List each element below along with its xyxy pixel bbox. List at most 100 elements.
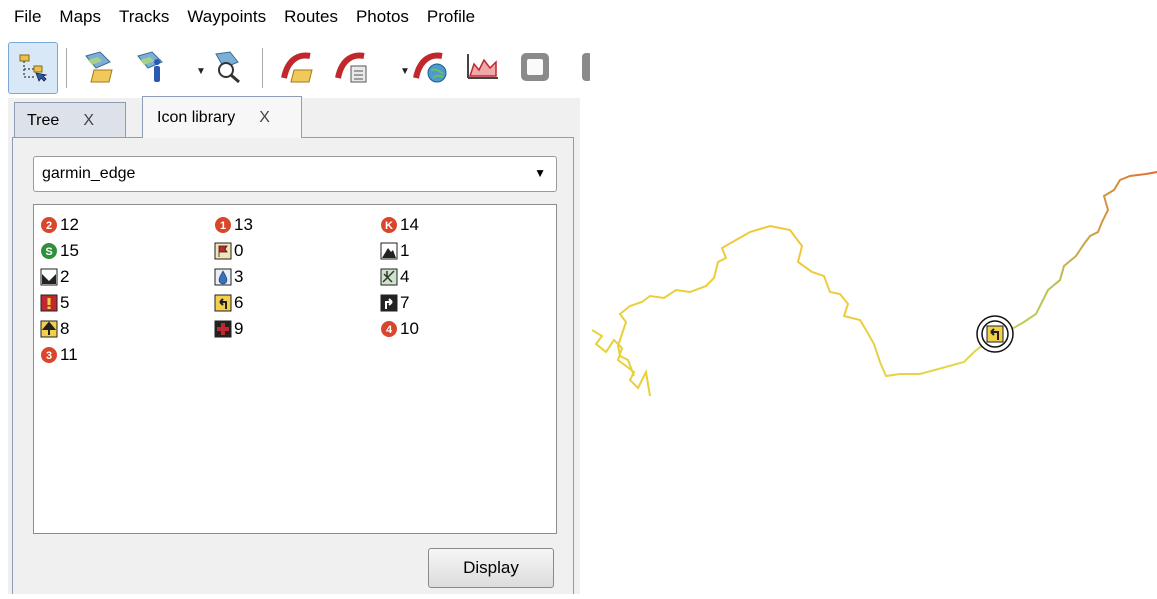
tab-tree-label: Tree	[27, 111, 60, 129]
valley-icon	[40, 268, 58, 286]
svg-text:3: 3	[46, 350, 52, 362]
overflow-button[interactable]	[566, 42, 590, 92]
icon-label: 10	[400, 319, 419, 338]
menu-tracks[interactable]: Tracks	[109, 7, 177, 27]
tab-tree[interactable]: Tree X	[14, 102, 126, 138]
list-item[interactable]: 9	[214, 317, 243, 341]
track-properties-button[interactable]	[330, 42, 376, 92]
toolbar: ▼ ▼	[0, 36, 590, 98]
icon-set-value: garmin_edge	[42, 165, 136, 182]
elevation-profile-button[interactable]	[460, 42, 506, 92]
menu-routes[interactable]: Routes	[274, 7, 346, 27]
straight-arrow-icon	[40, 320, 58, 338]
tree-select-icon	[19, 54, 48, 82]
tab-icon-library-label: Icon library	[157, 108, 236, 126]
list-item[interactable]: 3	[214, 265, 243, 289]
list-item[interactable]: 2 12	[40, 213, 79, 237]
menu-bar: File Maps Tracks Waypoints Routes Photos…	[0, 0, 590, 34]
tree-select-tool-button[interactable]	[8, 42, 58, 94]
list-item[interactable]: 5	[40, 291, 69, 315]
list-item[interactable]: K 14	[380, 213, 419, 237]
list-item[interactable]: 6	[214, 291, 243, 315]
svg-text:4: 4	[386, 324, 393, 336]
circle-number-icon: 4	[380, 320, 398, 338]
icon-label: 15	[60, 241, 79, 260]
list-item[interactable]: 7	[380, 291, 409, 315]
warning-icon	[40, 294, 58, 312]
list-item[interactable]: 0	[214, 239, 243, 263]
svg-text:1: 1	[220, 220, 226, 232]
icon-label: 2	[60, 267, 70, 286]
list-item[interactable]: 1 13	[214, 213, 253, 237]
window-button[interactable]	[512, 42, 558, 92]
icon-label: 5	[60, 293, 70, 312]
gps-track-line	[591, 171, 1157, 397]
display-button[interactable]: Display	[428, 548, 554, 588]
icon-label: 4	[400, 267, 410, 286]
toolbar-separator	[262, 48, 263, 88]
icon-label: 14	[400, 215, 419, 234]
elevation-chart-icon	[467, 54, 498, 79]
square-button-icon	[521, 53, 549, 81]
circle-number-icon: 2	[40, 216, 58, 234]
map-search-icon	[215, 51, 240, 84]
icon-label: 9	[234, 319, 244, 338]
icon-set-select[interactable]: garmin_edge ▼	[33, 156, 557, 192]
food-icon	[380, 268, 398, 286]
list-item[interactable]: 1	[380, 239, 409, 263]
tab-icon-library-close-button[interactable]: X	[259, 109, 270, 127]
list-item[interactable]: 4 10	[380, 317, 419, 341]
svg-text:K: K	[385, 220, 393, 232]
icon-list[interactable]: 2 12 1 13 K 14 S 15 0 1 2 3 4 5 6 7 8 9 …	[33, 204, 557, 534]
icon-label: 8	[60, 319, 70, 338]
icon-label: 6	[234, 293, 244, 312]
flag-icon	[214, 242, 232, 260]
list-item[interactable]: S 15	[40, 239, 79, 263]
dropdown-arrow-icon[interactable]: ▼	[400, 66, 410, 77]
menu-maps[interactable]: Maps	[49, 7, 109, 27]
icon-label: 11	[60, 345, 78, 364]
svg-text:S: S	[45, 246, 52, 258]
list-item[interactable]: 8	[40, 317, 69, 341]
menu-profile[interactable]: Profile	[417, 7, 483, 27]
right-turn-icon	[380, 294, 398, 312]
map-search-button[interactable]	[204, 42, 250, 92]
mountain-icon	[380, 242, 398, 260]
list-item[interactable]: 3 11	[40, 343, 78, 367]
track-folder-icon	[281, 52, 313, 83]
left-turn-icon	[214, 294, 232, 312]
first-aid-icon	[214, 320, 232, 338]
menu-file[interactable]: File	[0, 7, 49, 27]
icon-label: 1	[400, 241, 410, 260]
list-item[interactable]: 2	[40, 265, 69, 289]
tab-icon-library[interactable]: Icon library X	[142, 96, 302, 138]
track-map-button[interactable]	[408, 42, 454, 92]
water-drop-icon	[214, 268, 232, 286]
map-folder-icon	[85, 51, 113, 83]
map-info-icon	[137, 51, 163, 82]
icon-label: 13	[234, 215, 253, 234]
list-item[interactable]: 4	[380, 265, 409, 289]
circle-s-icon: S	[40, 242, 58, 260]
map-view[interactable]	[590, 0, 1157, 594]
track-map-canvas	[591, 171, 1157, 397]
open-track-button[interactable]	[276, 42, 322, 92]
chevron-down-icon: ▼	[534, 166, 546, 180]
icon-label: 0	[234, 241, 244, 260]
toolbar-separator	[66, 48, 67, 88]
map-info-button[interactable]	[128, 42, 174, 92]
circle-number-icon: 3	[40, 346, 58, 364]
menu-waypoints[interactable]: Waypoints	[177, 7, 274, 27]
overflow-icon	[582, 53, 590, 81]
circle-k-icon: K	[380, 216, 398, 234]
tab-tree-close-button[interactable]: X	[83, 112, 94, 130]
dropdown-arrow-icon[interactable]: ▼	[196, 66, 206, 77]
waypoint-marker[interactable]	[976, 315, 1014, 353]
circle-number-icon: 1	[214, 216, 232, 234]
icon-label: 7	[400, 293, 410, 312]
track-properties-icon	[335, 52, 367, 83]
menu-photos[interactable]: Photos	[346, 7, 417, 27]
track-globe-icon	[413, 52, 447, 83]
open-map-button[interactable]	[76, 42, 122, 92]
icon-label: 12	[60, 215, 79, 234]
